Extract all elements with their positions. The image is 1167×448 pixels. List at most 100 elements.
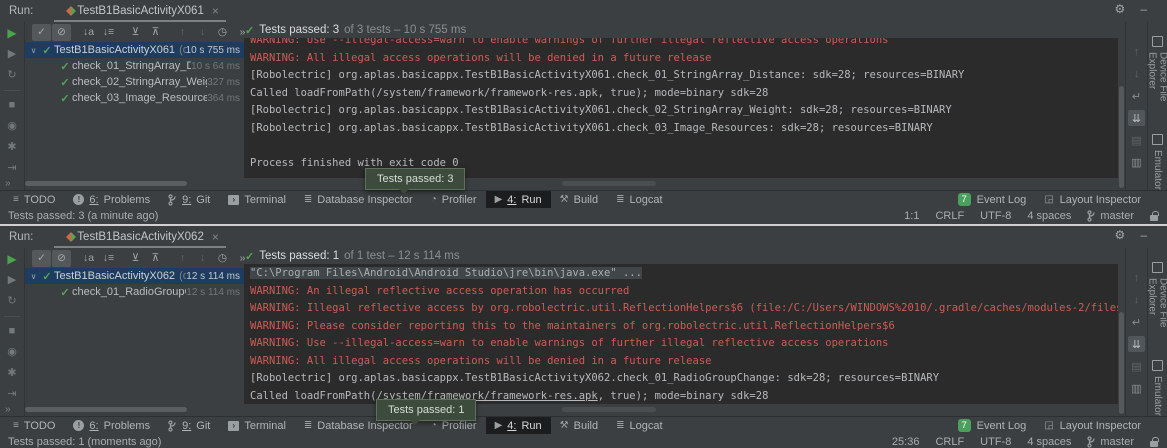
close-icon[interactable]: ×	[212, 4, 219, 18]
caret-position[interactable]: 25:36	[892, 436, 920, 448]
stop-button[interactable]: ■	[9, 99, 16, 112]
tab-device-file-explorer[interactable]: Device File Explorer	[1147, 262, 1167, 336]
next-failed-test-button[interactable]: ↓	[193, 24, 212, 41]
stop-button[interactable]: ■	[9, 325, 16, 338]
more-options-icon[interactable]: »	[5, 178, 11, 189]
attach-debugger-button[interactable]: ✱	[7, 141, 16, 154]
sort-alphabetically-button[interactable]: ↓a	[79, 24, 98, 41]
chevron-down-icon[interactable]: ∨	[27, 272, 40, 281]
caret-position[interactable]: 1:1	[904, 210, 919, 222]
clear-console-button[interactable]: ▥	[1128, 380, 1145, 396]
console-horizontal-scrollbar[interactable]	[562, 407, 656, 412]
statusbar-item-problems[interactable]: ! 6: Problems	[64, 417, 159, 434]
line-separator-indicator[interactable]: CRLF	[935, 436, 964, 448]
test-case-row[interactable]: ✓check_02_StringArray_Weight327 ms	[25, 74, 244, 90]
hide-window-icon[interactable]: –	[1140, 228, 1147, 242]
test-case-row[interactable]: ✓check_01_StringArray_Distance10 s 64 ms	[25, 58, 244, 74]
line-separator-indicator[interactable]: CRLF	[935, 210, 964, 222]
encoding-indicator[interactable]: UTF-8	[980, 436, 1011, 448]
print-button[interactable]: ▤	[1128, 358, 1145, 374]
statusbar-item-run[interactable]: ▶ 4: Run	[486, 417, 551, 434]
statusbar-item-todo[interactable]: ≡ TODO	[4, 191, 64, 208]
event-log-button[interactable]: 7 Event Log	[958, 419, 1027, 432]
statusbar-item-git[interactable]: 9: Git	[159, 417, 219, 434]
lock-icon[interactable]	[1150, 215, 1158, 221]
statusbar-item-logcat[interactable]: ≣ Logcat	[607, 191, 671, 208]
test-history-button[interactable]: ◷	[213, 24, 232, 41]
encoding-indicator[interactable]: UTF-8	[980, 210, 1011, 222]
close-icon[interactable]: ×	[212, 230, 219, 244]
console-vertical-scrollbar[interactable]	[1118, 248, 1125, 416]
statusbar-item-terminal[interactable]: › Terminal	[219, 191, 295, 208]
collapse-all-button[interactable]: ⊼	[146, 24, 165, 41]
rerun-failed-tests-button[interactable]: ▶	[8, 274, 16, 287]
layout-inspector-button[interactable]: ◲ Layout Inspector	[1044, 420, 1141, 432]
statusbar-item-git[interactable]: 9: Git	[159, 191, 219, 208]
test-history-button[interactable]: ◷	[213, 250, 232, 267]
scrollbar-thumb[interactable]	[1119, 312, 1124, 414]
indent-indicator[interactable]: 4 spaces	[1027, 436, 1071, 448]
statusbar-item-todo[interactable]: ≡ TODO	[4, 417, 64, 434]
console-output[interactable]: WARNING: Use --illegal-access=warn to en…	[244, 38, 1118, 178]
sort-alphabetically-button[interactable]: ↓a	[79, 250, 98, 267]
next-failed-test-button[interactable]: ↓	[193, 250, 212, 267]
statusbar-item-run[interactable]: ▶ 4: Run	[486, 191, 551, 208]
console-vertical-scrollbar[interactable]	[1118, 22, 1125, 190]
git-branch-widget[interactable]: master	[1087, 210, 1134, 222]
run-configuration-tab[interactable]: TestB1BasicActivityX061 ×	[54, 0, 226, 22]
rerun-failed-tests-button[interactable]: ▶	[8, 48, 16, 61]
show-ignored-button[interactable]: ⊘	[52, 24, 71, 41]
screenshot-button[interactable]: ◉	[7, 346, 17, 359]
indent-indicator[interactable]: 4 spaces	[1027, 210, 1071, 222]
tab-emulator[interactable]: Emulator	[1152, 360, 1163, 416]
sort-by-duration-button[interactable]: ↓≡	[99, 24, 118, 41]
expand-all-button[interactable]: ⊻	[126, 24, 145, 41]
statusbar-item-profiler[interactable]: ◔ Profiler	[422, 191, 486, 208]
statusbar-item-problems[interactable]: ! 6: Problems	[64, 191, 159, 208]
soft-wrap-button[interactable]: ↵	[1128, 88, 1145, 104]
run-configuration-tab[interactable]: TestB1BasicActivityX062 ×	[54, 226, 226, 248]
layout-inspector-button[interactable]: ◲ Layout Inspector	[1044, 194, 1141, 206]
event-log-button[interactable]: 7 Event Log	[958, 193, 1027, 206]
statusbar-item-terminal[interactable]: › Terminal	[219, 417, 295, 434]
more-options-icon[interactable]: »	[5, 404, 11, 415]
tree-horizontal-scrollbar[interactable]	[25, 407, 187, 412]
scroll-to-end-button[interactable]: ⇊	[1128, 336, 1145, 352]
test-case-row[interactable]: ✓check_03_Image_Resources364 ms	[25, 90, 244, 106]
down-stacktrace-button[interactable]: ↓	[1128, 66, 1145, 82]
toggle-auto-test-button[interactable]: ↻	[7, 69, 16, 82]
up-stacktrace-button[interactable]: ↑	[1128, 44, 1145, 60]
statusbar-item-logcat[interactable]: ≣ Logcat	[607, 417, 671, 434]
exit-button[interactable]: ⇥	[7, 162, 16, 175]
test-suite-row[interactable]: ∨ ✓ TestB1BasicActivityX061 (org.aplas.b…	[25, 42, 244, 58]
exit-button[interactable]: ⇥	[7, 388, 16, 401]
scroll-to-end-button[interactable]: ⇊	[1128, 110, 1145, 126]
statusbar-item-build[interactable]: ⚒ Build	[551, 191, 607, 208]
print-button[interactable]: ▤	[1128, 132, 1145, 148]
hide-window-icon[interactable]: –	[1140, 2, 1147, 16]
down-stacktrace-button[interactable]: ↓	[1128, 292, 1145, 308]
lock-icon[interactable]	[1150, 441, 1158, 447]
show-passed-button[interactable]: ✓	[32, 24, 51, 41]
gear-icon[interactable]: ⚙	[1115, 2, 1126, 16]
previous-failed-test-button[interactable]: ↑	[173, 24, 192, 41]
test-case-row[interactable]: ✓check_01_RadioGroupChange12 s 114 ms	[25, 284, 244, 300]
expand-all-button[interactable]: ⊻	[126, 250, 145, 267]
up-stacktrace-button[interactable]: ↑	[1128, 270, 1145, 286]
show-ignored-button[interactable]: ⊘	[52, 250, 71, 267]
test-suite-row[interactable]: ∨ ✓ TestB1BasicActivityX062 (org.aplas.b…	[25, 268, 244, 284]
scrollbar-thumb[interactable]	[1119, 86, 1124, 188]
previous-failed-test-button[interactable]: ↑	[173, 250, 192, 267]
chevron-down-icon[interactable]: ∨	[27, 46, 40, 55]
statusbar-item-build[interactable]: ⚒ Build	[551, 417, 607, 434]
collapse-all-button[interactable]: ⊼	[146, 250, 165, 267]
soft-wrap-button[interactable]: ↵	[1128, 314, 1145, 330]
git-branch-widget[interactable]: master	[1087, 436, 1134, 448]
clear-console-button[interactable]: ▥	[1128, 154, 1145, 170]
tab-emulator[interactable]: Emulator	[1152, 134, 1163, 190]
rerun-button[interactable]: ▶	[7, 27, 16, 40]
gear-icon[interactable]: ⚙	[1115, 228, 1126, 242]
sort-by-duration-button[interactable]: ↓≡	[99, 250, 118, 267]
console-output[interactable]: "C:\Program Files\Android\Android Studio…	[244, 264, 1118, 404]
console-horizontal-scrollbar[interactable]	[562, 181, 656, 186]
